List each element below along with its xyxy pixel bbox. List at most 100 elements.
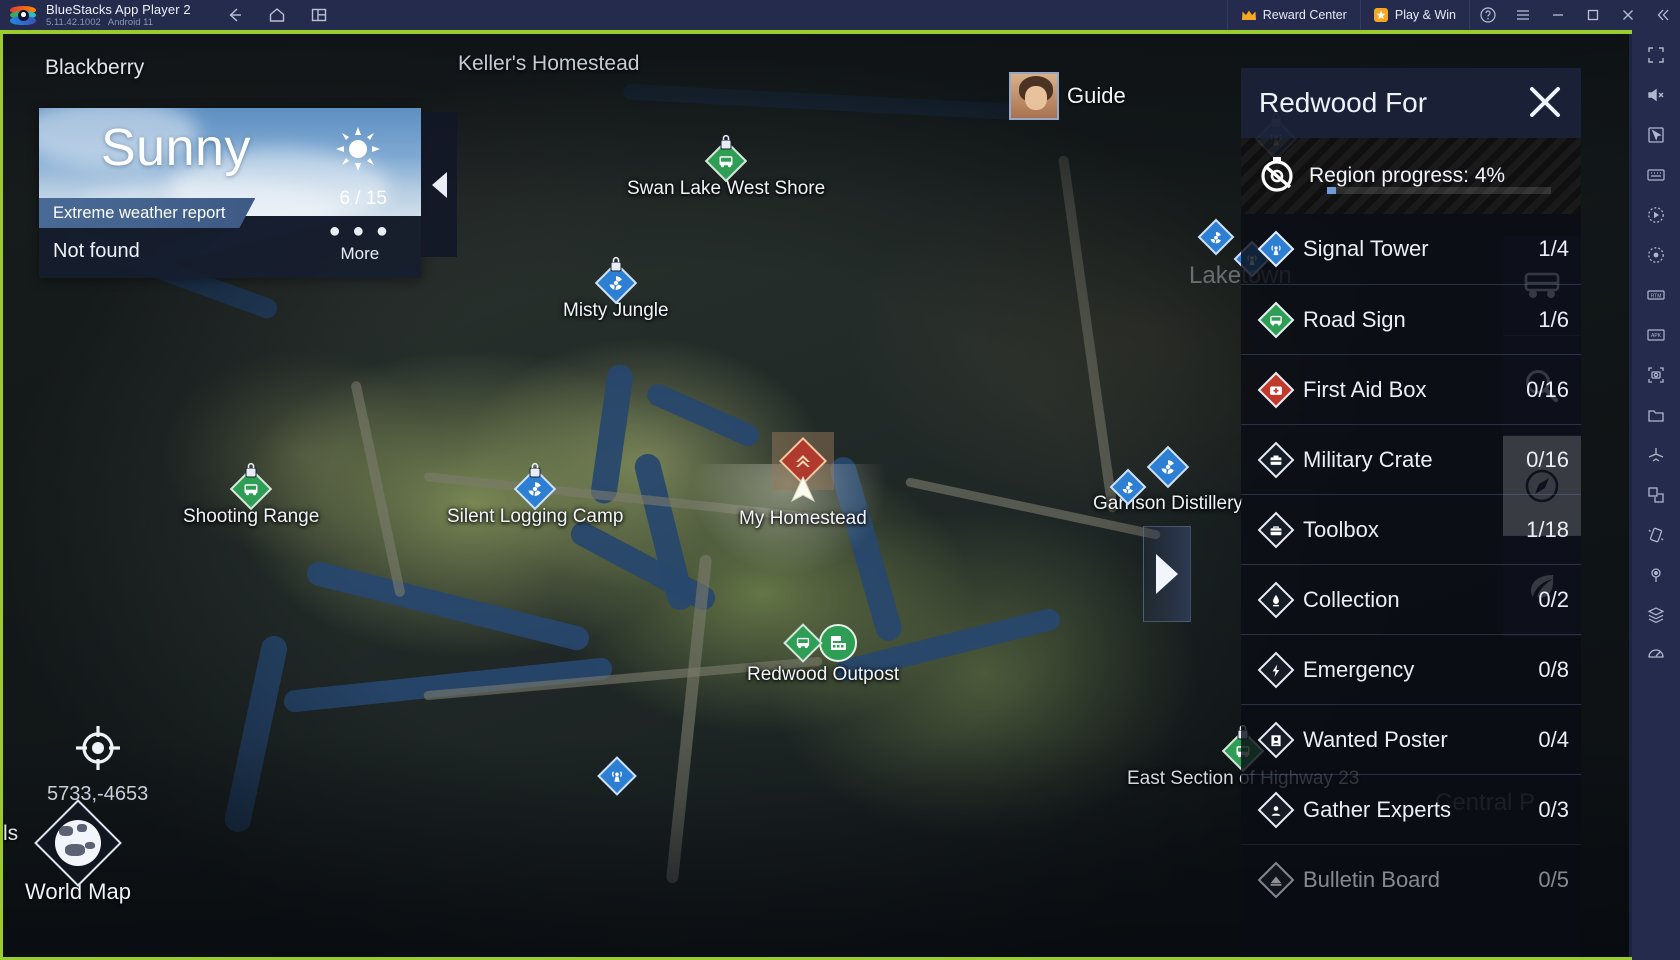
media-folder-icon[interactable] (1636, 396, 1676, 434)
map-pin-silent-logging-camp[interactable]: Silent Logging Camp (447, 462, 623, 528)
app-version-line: 5.11.42.1002 Android 11 (46, 18, 191, 28)
minimize-icon[interactable] (1540, 0, 1575, 30)
screenshot-icon[interactable] (1636, 356, 1676, 394)
region-progress-label: Region progress: 4% (1309, 164, 1506, 187)
region-item-emergency[interactable]: Emergency 0/8 (1241, 634, 1581, 704)
map-pin-extra-radiation[interactable] (1109, 468, 1147, 506)
rtm-icon[interactable]: RTM (1636, 276, 1676, 314)
mute-icon[interactable] (1636, 76, 1676, 114)
map-expand-button[interactable] (1143, 526, 1191, 622)
map-pin-label: Swan Lake West Shore (627, 178, 826, 199)
keyboard-icon[interactable] (1636, 156, 1676, 194)
weather-report-area: Extreme weather report Not found ● ● ● M… (39, 216, 421, 278)
help-icon[interactable] (1470, 0, 1505, 30)
weather-report-value: Not found (53, 240, 140, 262)
coordinates-block: 5733,-4653 (47, 724, 148, 806)
map-pin-south-signal[interactable] (597, 756, 637, 796)
region-item-name: Military Crate (1303, 446, 1433, 472)
map-pin-misty-jungle[interactable]: Misty Jungle (563, 256, 669, 322)
globe-icon (54, 820, 101, 866)
multi-instance-manager-icon[interactable] (1636, 596, 1676, 634)
region-item-count: 1/6 (1538, 306, 1569, 332)
radiation-icon (1197, 218, 1235, 256)
region-item-gather-experts[interactable]: Gather Experts 0/3 (1241, 774, 1581, 844)
radiation-icon (1109, 468, 1147, 506)
maximize-icon[interactable] (1575, 0, 1610, 30)
region-item-collection[interactable]: Collection 0/2 (1241, 564, 1581, 634)
reward-center-label: Reward Center (1262, 8, 1347, 22)
extreme-weather-badge: Extreme weather report (39, 198, 255, 228)
map-pin-laketown-radiation[interactable] (1197, 218, 1235, 256)
menu-icon[interactable] (1505, 0, 1540, 30)
map-label-blackberry: Blackberry (45, 56, 145, 79)
crosshair-icon[interactable] (74, 726, 122, 776)
crate-icon (1257, 441, 1295, 478)
multi-instance-icon[interactable] (309, 5, 329, 25)
cursor-icon[interactable] (1636, 116, 1676, 154)
collapse-sidebar-icon[interactable] (1645, 0, 1680, 30)
region-item-name: Wanted Poster (1303, 726, 1448, 752)
crown-icon (1241, 9, 1256, 21)
close-icon[interactable] (1523, 80, 1567, 129)
region-item-count: 0/3 (1538, 796, 1569, 822)
weather-day-counter: 6 / 15 (339, 188, 387, 209)
install-apk-icon[interactable]: APK (1636, 316, 1676, 354)
map-label-kellers-homestead: Keller's Homestead (458, 52, 640, 75)
guide-label: Guide (1067, 83, 1126, 108)
macro-record-icon[interactable] (1636, 196, 1676, 234)
rotate-screen-icon[interactable] (1636, 476, 1676, 514)
titlebar: BlueStacks App Player 2 5.11.42.1002 Andr… (0, 0, 1680, 30)
guide-button[interactable]: Guide (1009, 72, 1126, 120)
app-title: BlueStacks App Player 2 (46, 1, 191, 17)
first-aid-icon (1257, 371, 1295, 408)
eco-mode-icon[interactable] (1636, 436, 1676, 474)
svg-text:APK: APK (1651, 333, 1662, 339)
region-item-name: Gather Experts (1303, 796, 1451, 822)
map-pin-label: Shooting Range (183, 506, 320, 527)
record-icon[interactable] (1636, 236, 1676, 274)
sun-icon (335, 126, 381, 177)
location-icon[interactable] (1636, 556, 1676, 594)
region-item-signal-tower[interactable]: Signal Tower 1/4 (1241, 214, 1581, 284)
signal-tower-icon (1257, 230, 1295, 268)
reward-center-button[interactable]: Reward Center (1226, 0, 1360, 30)
region-item-first-aid-box[interactable]: First Aid Box 0/16 (1241, 354, 1581, 424)
lock-icon (719, 134, 733, 150)
trim-memory-icon[interactable] (1636, 636, 1676, 674)
region-item-wanted-poster[interactable]: Wanted Poster 0/4 (1241, 704, 1581, 774)
region-header: Redwood For (1241, 68, 1581, 138)
region-item-road-sign[interactable]: Road Sign 1/6 (1241, 284, 1581, 354)
weather-widget[interactable]: Sunny 6 / 15 Extreme weather report Not … (39, 108, 457, 278)
shake-icon[interactable] (1636, 516, 1676, 554)
collapse-left-arrow-icon (431, 171, 447, 198)
region-item-bulletin-board[interactable]: Bulletin Board 0/5 (1241, 844, 1581, 914)
region-item-military-crate[interactable]: Military Crate 0/16 (1241, 424, 1581, 494)
region-item-count: 0/8 (1538, 656, 1569, 682)
lock-icon (609, 256, 623, 272)
region-item-count: 0/5 (1538, 866, 1569, 892)
map-pin-swan-lake-west-shore[interactable]: Swan Lake West Shore (627, 134, 825, 200)
region-collectible-list: Signal Tower 1/4 Road Sign 1/6 First Aid… (1241, 214, 1581, 914)
lock-icon (528, 462, 542, 478)
region-progress-fill (1327, 187, 1336, 194)
more-dots-icon: ● ● ● (328, 220, 391, 242)
bus-sign-icon (1257, 301, 1295, 338)
region-item-count: 0/16 (1526, 376, 1569, 402)
weather-collapse-button[interactable] (421, 112, 457, 257)
map-pin-shooting-range[interactable]: Shooting Range (183, 462, 319, 528)
region-item-count: 0/16 (1526, 446, 1569, 472)
home-icon[interactable] (267, 5, 287, 25)
bluestacks-logo-icon (10, 4, 36, 26)
svg-text:RTM: RTM (1651, 293, 1662, 299)
gather-expert-icon (1257, 791, 1295, 828)
weather-more-button[interactable]: ● ● ● More (328, 220, 391, 264)
map-pin-my-homestead[interactable]: My Homestead (739, 432, 867, 530)
fullscreen-icon[interactable] (1636, 36, 1676, 74)
lock-icon (244, 462, 258, 478)
play-and-win-button[interactable]: Play & Win (1359, 0, 1469, 30)
world-map-button[interactable]: World Map (25, 799, 131, 905)
back-icon[interactable] (225, 5, 245, 25)
close-icon[interactable] (1610, 0, 1645, 30)
map-pin-redwood-outpost[interactable]: Redwood Outpost (747, 623, 899, 686)
region-item-toolbox[interactable]: Toolbox 1/18 (1241, 494, 1581, 564)
